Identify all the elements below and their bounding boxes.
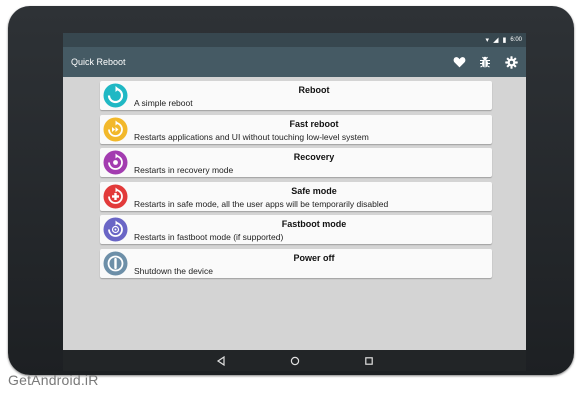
power-off-icon [103, 251, 128, 276]
signal-icon: ◢ [493, 36, 499, 44]
reboot-option-reboot[interactable]: Reboot A simple reboot [100, 81, 492, 110]
reboot-option-recovery[interactable]: Recovery Restarts in recovery mode [100, 148, 492, 177]
status-bar: ▾ ◢ ▮ 6:00 [63, 33, 526, 47]
recovery-icon [103, 150, 128, 175]
option-title: Fast reboot [289, 118, 339, 129]
device-screen: ▾ ◢ ▮ 6:00 Quick Reboot Reboot A simple r… [63, 33, 526, 371]
home-icon[interactable] [288, 354, 302, 368]
option-title: Fastboot mode [281, 219, 347, 229]
option-description: Restarts in safe mode, all the user apps… [134, 198, 389, 209]
fastboot-icon [103, 217, 128, 242]
watermark: GetAndroid.iR [8, 372, 99, 388]
option-description: Shutdown the device [134, 265, 213, 276]
tablet-frame: ▾ ◢ ▮ 6:00 Quick Reboot Reboot A simple r… [8, 6, 574, 375]
gear-icon[interactable] [504, 55, 518, 69]
option-description: A simple reboot [134, 98, 193, 108]
option-title: Power off [293, 252, 335, 263]
status-time: 6:00 [510, 37, 522, 43]
option-title: Safe mode [291, 185, 337, 196]
option-title: Reboot [298, 85, 330, 95]
option-title: Recovery [293, 152, 335, 162]
reboot-option-power-off[interactable]: Power off Shutdown the device [100, 248, 492, 278]
option-description: Restarts in recovery mode [134, 165, 234, 175]
option-description: Restarts in fastboot mode (if supported) [134, 232, 284, 242]
safe-mode-icon [103, 184, 128, 209]
app-toolbar: Quick Reboot [63, 47, 526, 77]
option-description: Restarts applications and UI without tou… [134, 131, 369, 142]
reboot-option-safe-mode[interactable]: Safe mode Restarts in safe mode, all the … [100, 181, 492, 211]
system-nav-bar [63, 350, 526, 371]
battery-icon: ▮ [502, 36, 507, 44]
recents-icon[interactable] [362, 354, 376, 368]
app-title: Quick Reboot [71, 57, 126, 67]
fast-reboot-icon [103, 117, 128, 142]
reboot-icon [103, 83, 128, 108]
reboot-option-fast-reboot[interactable]: Fast reboot Restarts applications and UI … [100, 114, 492, 144]
back-icon[interactable] [214, 354, 228, 368]
wifi-icon: ▾ [485, 36, 490, 44]
reboot-option-fastboot-mode[interactable]: Fastboot mode Restarts in fastboot mode (… [100, 215, 492, 244]
bug-icon[interactable] [478, 55, 492, 69]
reboot-options-list: Reboot A simple reboot Fast reboot Restarts… [100, 81, 492, 282]
heart-icon[interactable] [452, 55, 466, 69]
toolbar-actions [452, 55, 518, 69]
